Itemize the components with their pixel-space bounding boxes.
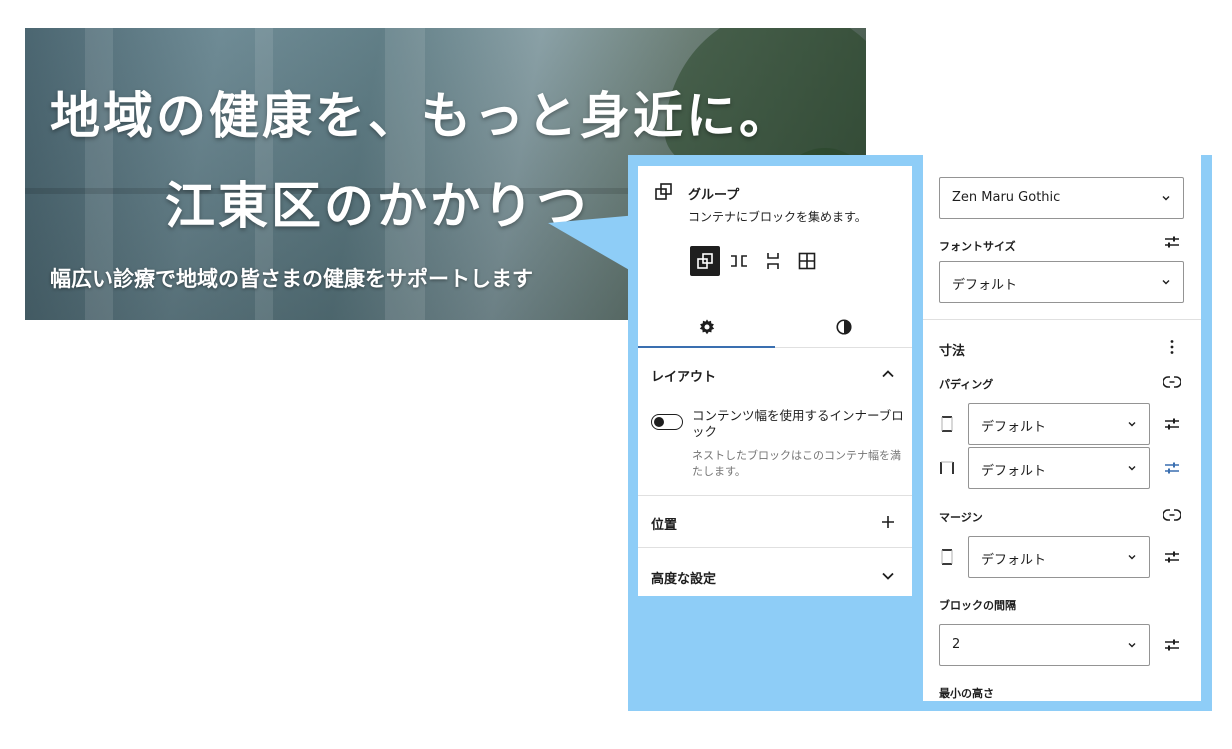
group-icon: [697, 253, 713, 269]
hero-subline: 幅広い診療で地域の皆さまの健康をサポートします: [50, 267, 533, 291]
padding-vertical-value: デフォルト: [981, 420, 1047, 435]
inspector-tabs: [638, 306, 912, 348]
font-size-label: フォントサイズ: [939, 240, 1016, 253]
section-divider: [923, 319, 1201, 320]
position-panel[interactable]: 位置: [638, 496, 912, 548]
link-sides-icon[interactable]: [1163, 373, 1181, 391]
chevron-down-icon: [1128, 643, 1136, 648]
min-height-label: 最小の高さ: [939, 687, 994, 700]
advanced-panel-title: 高度な設定: [651, 572, 717, 587]
callout-pointer: [548, 215, 638, 275]
layout-panel: レイアウト コンテンツ幅を使用するインナーブロック ネストしたブロックはこのコン…: [638, 348, 912, 496]
chevron-down-icon: [1162, 280, 1170, 285]
variation-stack-button[interactable]: [758, 246, 788, 276]
link-sides-icon[interactable]: [1163, 506, 1181, 524]
custom-padding-sliders-active-icon[interactable]: [1163, 459, 1181, 477]
dimensions-title: 寸法: [939, 344, 966, 359]
chevron-down-icon[interactable]: [880, 568, 896, 584]
block-spacing-select[interactable]: 2: [939, 624, 1150, 666]
advanced-panel[interactable]: 高度な設定: [638, 548, 912, 596]
toggle-label: コンテンツ幅を使用するインナーブロック: [692, 408, 904, 439]
padding-horizontal-side-icon: [940, 461, 954, 474]
chevron-up-icon[interactable]: [880, 366, 896, 382]
font-size-select[interactable]: デフォルト: [939, 261, 1184, 303]
padding-vertical-side-icon: [941, 416, 953, 432]
chevron-down-icon: [1128, 422, 1136, 427]
padding-horizontal-select[interactable]: デフォルト: [968, 447, 1150, 489]
padding-horizontal-value: デフォルト: [981, 464, 1047, 479]
chevron-down-icon: [1162, 196, 1170, 201]
toggle-help-text: ネストしたブロックはこのコンテナ幅を満たします。: [692, 449, 901, 478]
styles-panel: Zen Maru Gothic フォントサイズ デフォルト 寸法 パディング デ…: [923, 155, 1201, 701]
margin-vertical-side-icon: [941, 549, 953, 565]
variation-grid-button[interactable]: [792, 246, 822, 276]
layout-panel-title[interactable]: レイアウト: [651, 366, 716, 385]
block-settings-panel: グループ コンテナにブロックを集めます。 レイアウト コンテンツ幅を使用するイン…: [638, 166, 912, 596]
padding-vertical-select[interactable]: デフォルト: [968, 403, 1150, 445]
margin-value: デフォルト: [981, 553, 1047, 568]
font-size-value: デフォルト: [952, 278, 1018, 293]
font-family-value: Zen Maru Gothic: [952, 190, 1061, 205]
tab-styles[interactable]: [775, 306, 912, 347]
plus-icon[interactable]: [880, 514, 896, 530]
margin-label: マージン: [939, 511, 983, 524]
block-spacing-value: 2: [952, 637, 961, 652]
toggle-knob: [654, 417, 664, 427]
hero-headline-line2: 江東区のかかりつ: [165, 177, 590, 235]
gear-icon: [699, 318, 714, 334]
custom-spacing-sliders-icon[interactable]: [1163, 636, 1181, 654]
contrast-icon: [835, 318, 852, 335]
tab-settings[interactable]: [638, 306, 775, 348]
padding-label: パディング: [939, 378, 994, 391]
custom-size-sliders-icon[interactable]: [1163, 233, 1181, 251]
block-title: グループ: [688, 188, 740, 203]
group-icon: [655, 183, 672, 200]
block-variations: [690, 246, 822, 276]
custom-padding-sliders-icon[interactable]: [1163, 415, 1181, 433]
block-card: グループ コンテナにブロックを集めます。: [638, 166, 912, 276]
hero-headline-line1: 地域の健康を、もっと身近に。: [50, 87, 792, 145]
chevron-down-icon: [1128, 466, 1136, 471]
variation-row-button[interactable]: [724, 246, 754, 276]
more-options-vertical-icon[interactable]: [1163, 338, 1181, 356]
stack-icon: [767, 253, 779, 269]
margin-select[interactable]: デフォルト: [968, 536, 1150, 578]
variation-group-button[interactable]: [690, 246, 720, 276]
grid-icon: [798, 252, 816, 270]
block-spacing-label: ブロックの間隔: [939, 599, 1016, 612]
position-panel-title: 位置: [651, 518, 678, 533]
inner-blocks-content-width-toggle[interactable]: [651, 414, 683, 430]
chevron-down-icon: [1128, 555, 1136, 560]
row-icon: [731, 255, 747, 267]
custom-margin-sliders-icon[interactable]: [1163, 548, 1181, 566]
font-family-select[interactable]: Zen Maru Gothic: [939, 177, 1184, 219]
block-description: コンテナにブロックを集めます。: [688, 210, 867, 224]
